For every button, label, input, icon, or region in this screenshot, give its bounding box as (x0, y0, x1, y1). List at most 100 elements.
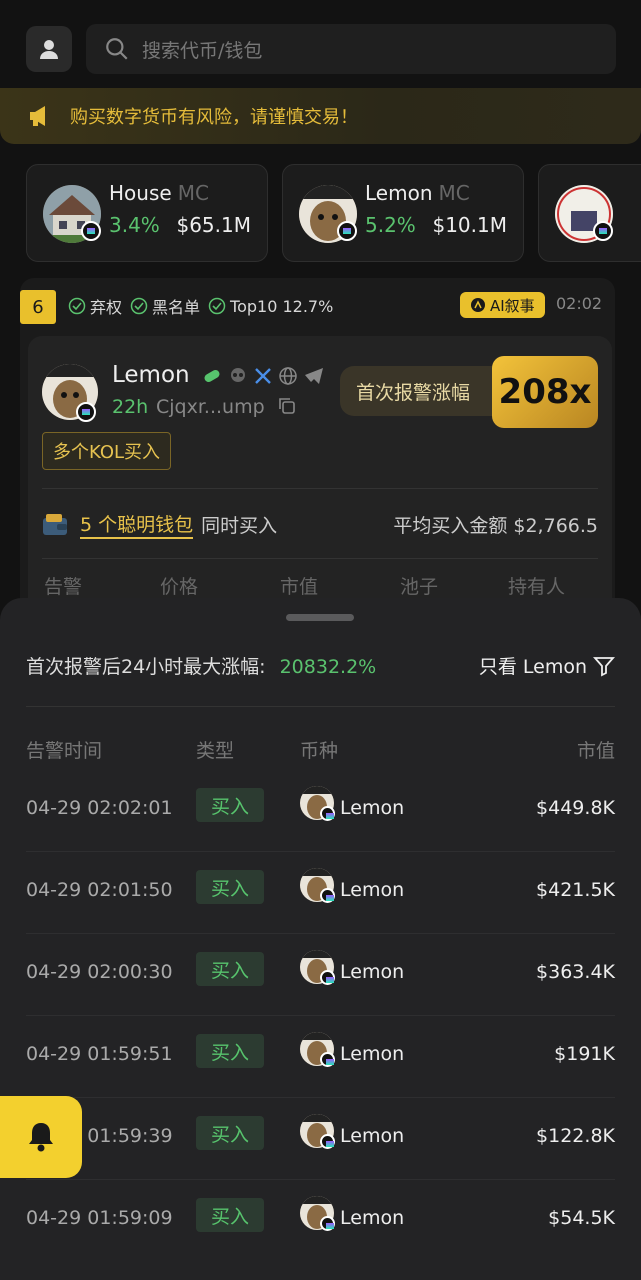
check-label: Top10 12.7% (230, 296, 334, 316)
first-alert-label: 首次报警涨幅 (340, 366, 510, 416)
table-row[interactable]: 04-29 01:59:51 买入 Lemon $191K (26, 1016, 615, 1098)
row-type-badge: 买入 (196, 1116, 264, 1150)
row-type-badge: 买入 (196, 1198, 264, 1232)
sheet-drag-handle[interactable] (286, 614, 354, 621)
notification-button[interactable] (0, 1096, 82, 1178)
check-label: 黑名单 (152, 298, 201, 317)
profile-button[interactable] (26, 26, 72, 72)
check-item: 黑名单 (130, 294, 200, 318)
first-alert-value: 208x (492, 356, 598, 428)
table-row[interactable]: 04-29 02:00:30 买入 Lemon $363.4K (26, 934, 615, 1016)
row-coin: Lemon (340, 1125, 405, 1147)
check-circle-icon (68, 297, 86, 315)
token-address[interactable]: Cjqxr...ump (156, 396, 297, 418)
row-type-badge: 买入 (196, 952, 264, 986)
max-gain-summary: 首次报警后24小时最大涨幅: 20832.2% (26, 652, 376, 679)
column-pool: 池子 (400, 576, 439, 598)
ai-icon (471, 298, 485, 312)
check-item: 弃权 (68, 294, 122, 318)
solana-chain-icon (320, 1134, 335, 1149)
divider (26, 706, 615, 707)
coin-title: House MC (109, 181, 209, 205)
filter-label: 只看 Lemon (478, 656, 587, 678)
solana-chain-icon (593, 221, 613, 241)
solana-chain-icon (320, 1216, 335, 1231)
mc-label: MC (438, 181, 470, 205)
megaphone-icon (30, 106, 45, 126)
solana-chain-icon (320, 1052, 335, 1067)
rank-badge: 6 (20, 290, 56, 324)
column-price: 价格 (160, 576, 199, 598)
copy-icon[interactable] (277, 396, 297, 416)
solana-chain-icon (81, 221, 101, 241)
max-gain-value: 20832.2% (279, 656, 377, 678)
coin-name: House (109, 181, 172, 205)
row-market-cap: $449.8K (536, 797, 615, 819)
alert-history-sheet: 首次报警后24小时最大涨幅: 20832.2% 只看 Lemon 告警时间 类型 … (0, 598, 641, 1280)
header-market-cap: 市值 (576, 740, 615, 762)
table-row[interactable]: 04-29 02:01:50 买入 Lemon $421.5K (26, 852, 615, 934)
coin-change: 3.4% (109, 213, 160, 237)
filter-icon (593, 656, 615, 676)
globe-icon[interactable] (278, 366, 298, 386)
solana-chain-icon (320, 888, 335, 903)
top-bar: 搜索代币/钱包 (0, 0, 641, 90)
row-type-badge: 买入 (196, 1034, 264, 1068)
first-alert-gain: 首次报警涨幅 208x (340, 356, 598, 428)
max-gain-label: 首次报警后24小时最大涨幅: (26, 656, 266, 678)
table-row[interactable]: 04-29 01:59:39 买入 Lemon $122.8K (26, 1098, 615, 1180)
solana-chain-icon (320, 970, 335, 985)
solana-chain-icon (320, 806, 335, 821)
telegram-icon[interactable] (304, 367, 324, 385)
row-market-cap: $191K (554, 1043, 615, 1065)
row-market-cap: $122.8K (536, 1125, 615, 1147)
column-market-cap: 市值 (280, 576, 319, 598)
row-market-cap: $54.5K (548, 1207, 615, 1229)
check-label: 弃权 (90, 298, 123, 317)
smart-wallet-count[interactable]: 5 个聪明钱包 (80, 510, 194, 539)
skull-icon[interactable] (228, 366, 248, 386)
check-circle-icon (130, 297, 148, 315)
token-address-text: Cjqxr...ump (156, 396, 265, 418)
filter-button[interactable]: 只看 Lemon (479, 652, 615, 679)
divider (42, 488, 598, 489)
risk-warning-banner: 购买数字货币有风险，请谨慎交易！ (0, 88, 641, 144)
divider (42, 558, 598, 559)
search-placeholder: 搜索代币/钱包 (142, 39, 263, 62)
check-circle-icon (208, 297, 226, 315)
trending-coin-card[interactable] (538, 164, 641, 262)
row-time: 04-29 02:00:30 (26, 961, 173, 983)
table-row[interactable]: 04-29 01:59:09 买入 Lemon $54.5K (26, 1180, 615, 1262)
row-time: 04-29 02:02:01 (26, 797, 173, 819)
coin-change: 5.2% (365, 213, 416, 237)
ai-label: AI叙事 (490, 296, 535, 315)
search-input[interactable]: 搜索代币/钱包 (86, 24, 616, 74)
x-twitter-icon[interactable] (254, 367, 272, 385)
mc-label: MC (177, 181, 209, 205)
trending-coin-card[interactable]: House MC 3.4% $65.1M (26, 164, 268, 262)
smart-wallet-suffix: 同时买入 (201, 515, 278, 537)
trending-coins: House MC 3.4% $65.1M Lemon MC 5.2% $10.1M (26, 164, 641, 264)
row-coin: Lemon (340, 879, 405, 901)
row-coin: Lemon (340, 797, 405, 819)
coin-market-cap: $10.1M (432, 213, 507, 237)
row-time: 04-29 01:59:51 (26, 1043, 173, 1065)
table-row[interactable]: 04-29 02:02:01 买入 Lemon $449.8K (26, 770, 615, 852)
header-type: 类型 (196, 740, 235, 762)
bell-icon (29, 1123, 53, 1152)
ai-narrative-button[interactable]: AI叙事 (460, 292, 545, 318)
alert-card[interactable]: 6 弃权 黑名单 Top10 12.7% AI叙事 02:02 Lemon 22… (20, 278, 615, 638)
user-icon (40, 40, 58, 59)
row-coin: Lemon (340, 1207, 405, 1229)
coin-title: Lemon MC (365, 181, 470, 205)
row-coin: Lemon (340, 1043, 405, 1065)
token-age: 22h (112, 396, 149, 418)
wallet-icon (43, 513, 67, 535)
pill-icon[interactable] (202, 367, 222, 385)
column-alert: 告警 (44, 576, 83, 598)
check-item: Top10 12.7% (208, 297, 333, 316)
kol-tag: 多个KOL买入 (42, 432, 172, 470)
trending-coin-card[interactable]: Lemon MC 5.2% $10.1M (282, 164, 524, 262)
row-market-cap: $421.5K (536, 879, 615, 901)
column-holders: 持有人 (508, 576, 566, 598)
